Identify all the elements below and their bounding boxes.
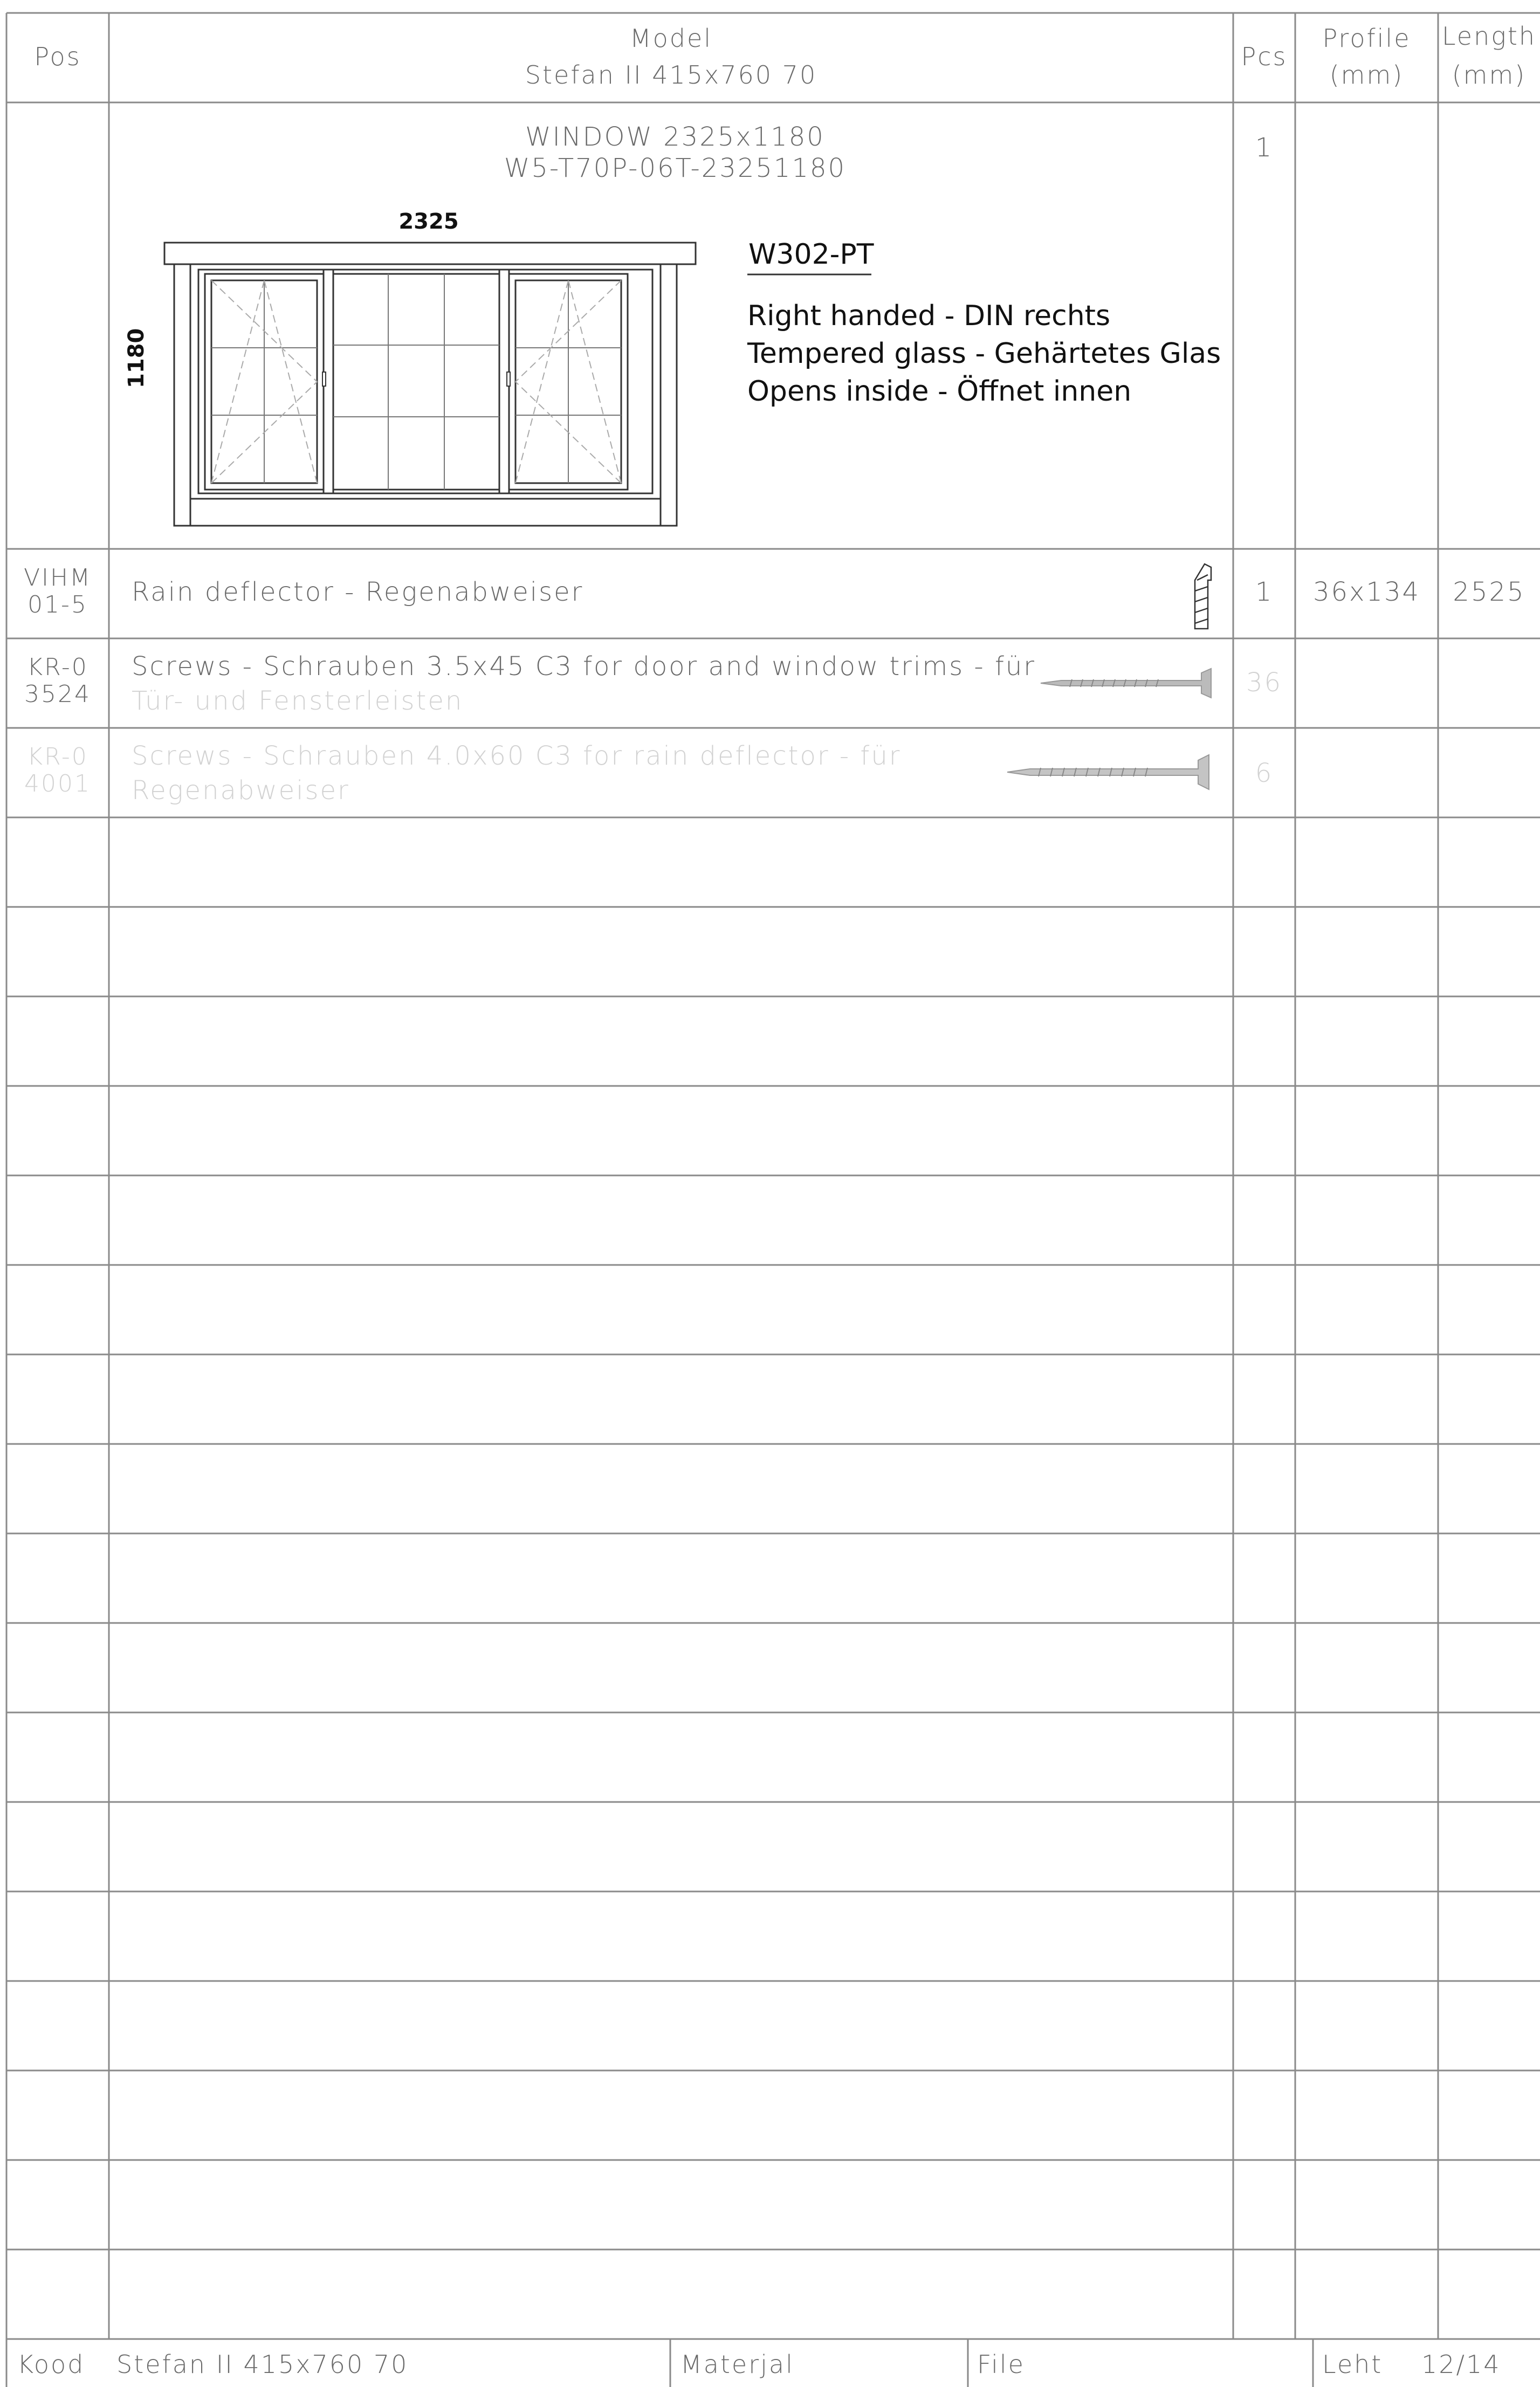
row-2-pos-line1: KR-0 [27,653,88,681]
row-2-pcs: 36 [1246,668,1283,698]
profile-section-icon [1194,563,1212,630]
window-drawing-icon [163,242,697,527]
row-1-pos-line1: VIHM [23,564,92,591]
row-1-pcs: 1 [1255,577,1274,607]
parts-sheet: Pos Model Stefan II 415x760 70 Pcs Profi… [0,0,1540,2387]
header-length-label: Length [1441,22,1537,51]
row-3-pos-line2: 4001 [24,770,91,797]
row-1-description: Rain deflector - Regenabweiser [132,577,584,607]
header-model-label: Model [629,24,713,53]
header-pcs: Pcs [1241,42,1288,71]
footer-kood-label: Kood [17,2350,85,2379]
window-height-dimension: 1180 [124,328,149,388]
footer-kood-value: Stefan II 415x760 70 [116,2350,409,2379]
row-2-description-line1: Screws - Schrauben 3.5x45 C3 for door an… [132,651,1036,682]
window-note-glass: Tempered glass - Gehärtetes Glas [747,338,1221,370]
row-2-pos-line2: 3524 [24,680,91,708]
footer-page-label: Leht [1322,2350,1383,2379]
window-pcs: 1 [1255,133,1274,163]
header-length-unit: (mm) [1452,60,1527,90]
row-3-pcs: 6 [1255,758,1274,788]
model-code-underline [747,273,871,276]
row-3-description-line2: Regenabweiser [132,775,350,806]
row-3-pos-line1: KR-0 [27,743,88,771]
window-note-handedness: Right handed - DIN rechts [747,300,1111,332]
header-profile-unit: (mm) [1329,60,1404,90]
window-width-dimension: 2325 [398,209,459,234]
screw-icon [1040,668,1212,699]
header-profile-label: Profile [1322,24,1411,53]
window-title: WINDOW 2325x1180 [525,122,825,152]
row-1-length: 2525 [1453,577,1525,607]
row-2-description-line2: Tür- und Fensterleisten [132,686,464,716]
row-1-profile: 36x134 [1312,577,1421,607]
row-3-description-line1: Screws - Schrauben 4.0x60 C3 for rain de… [132,741,902,771]
window-code: W5-T70P-06T-23251180 [504,153,847,183]
footer-file-label: File [977,2350,1025,2379]
window-model-code: W302-PT [748,238,874,271]
header-pos: Pos [34,42,81,71]
screw-icon [1007,754,1209,790]
window-note-opening: Opens inside - Öffnet innen [747,375,1132,408]
header-model-name: Stefan II 415x760 70 [525,60,817,90]
row-1-pos-line2: 01-5 [28,591,88,618]
footer-material-label: Materjal [680,2350,794,2379]
footer-page-value: 12/14 [1421,2350,1501,2379]
